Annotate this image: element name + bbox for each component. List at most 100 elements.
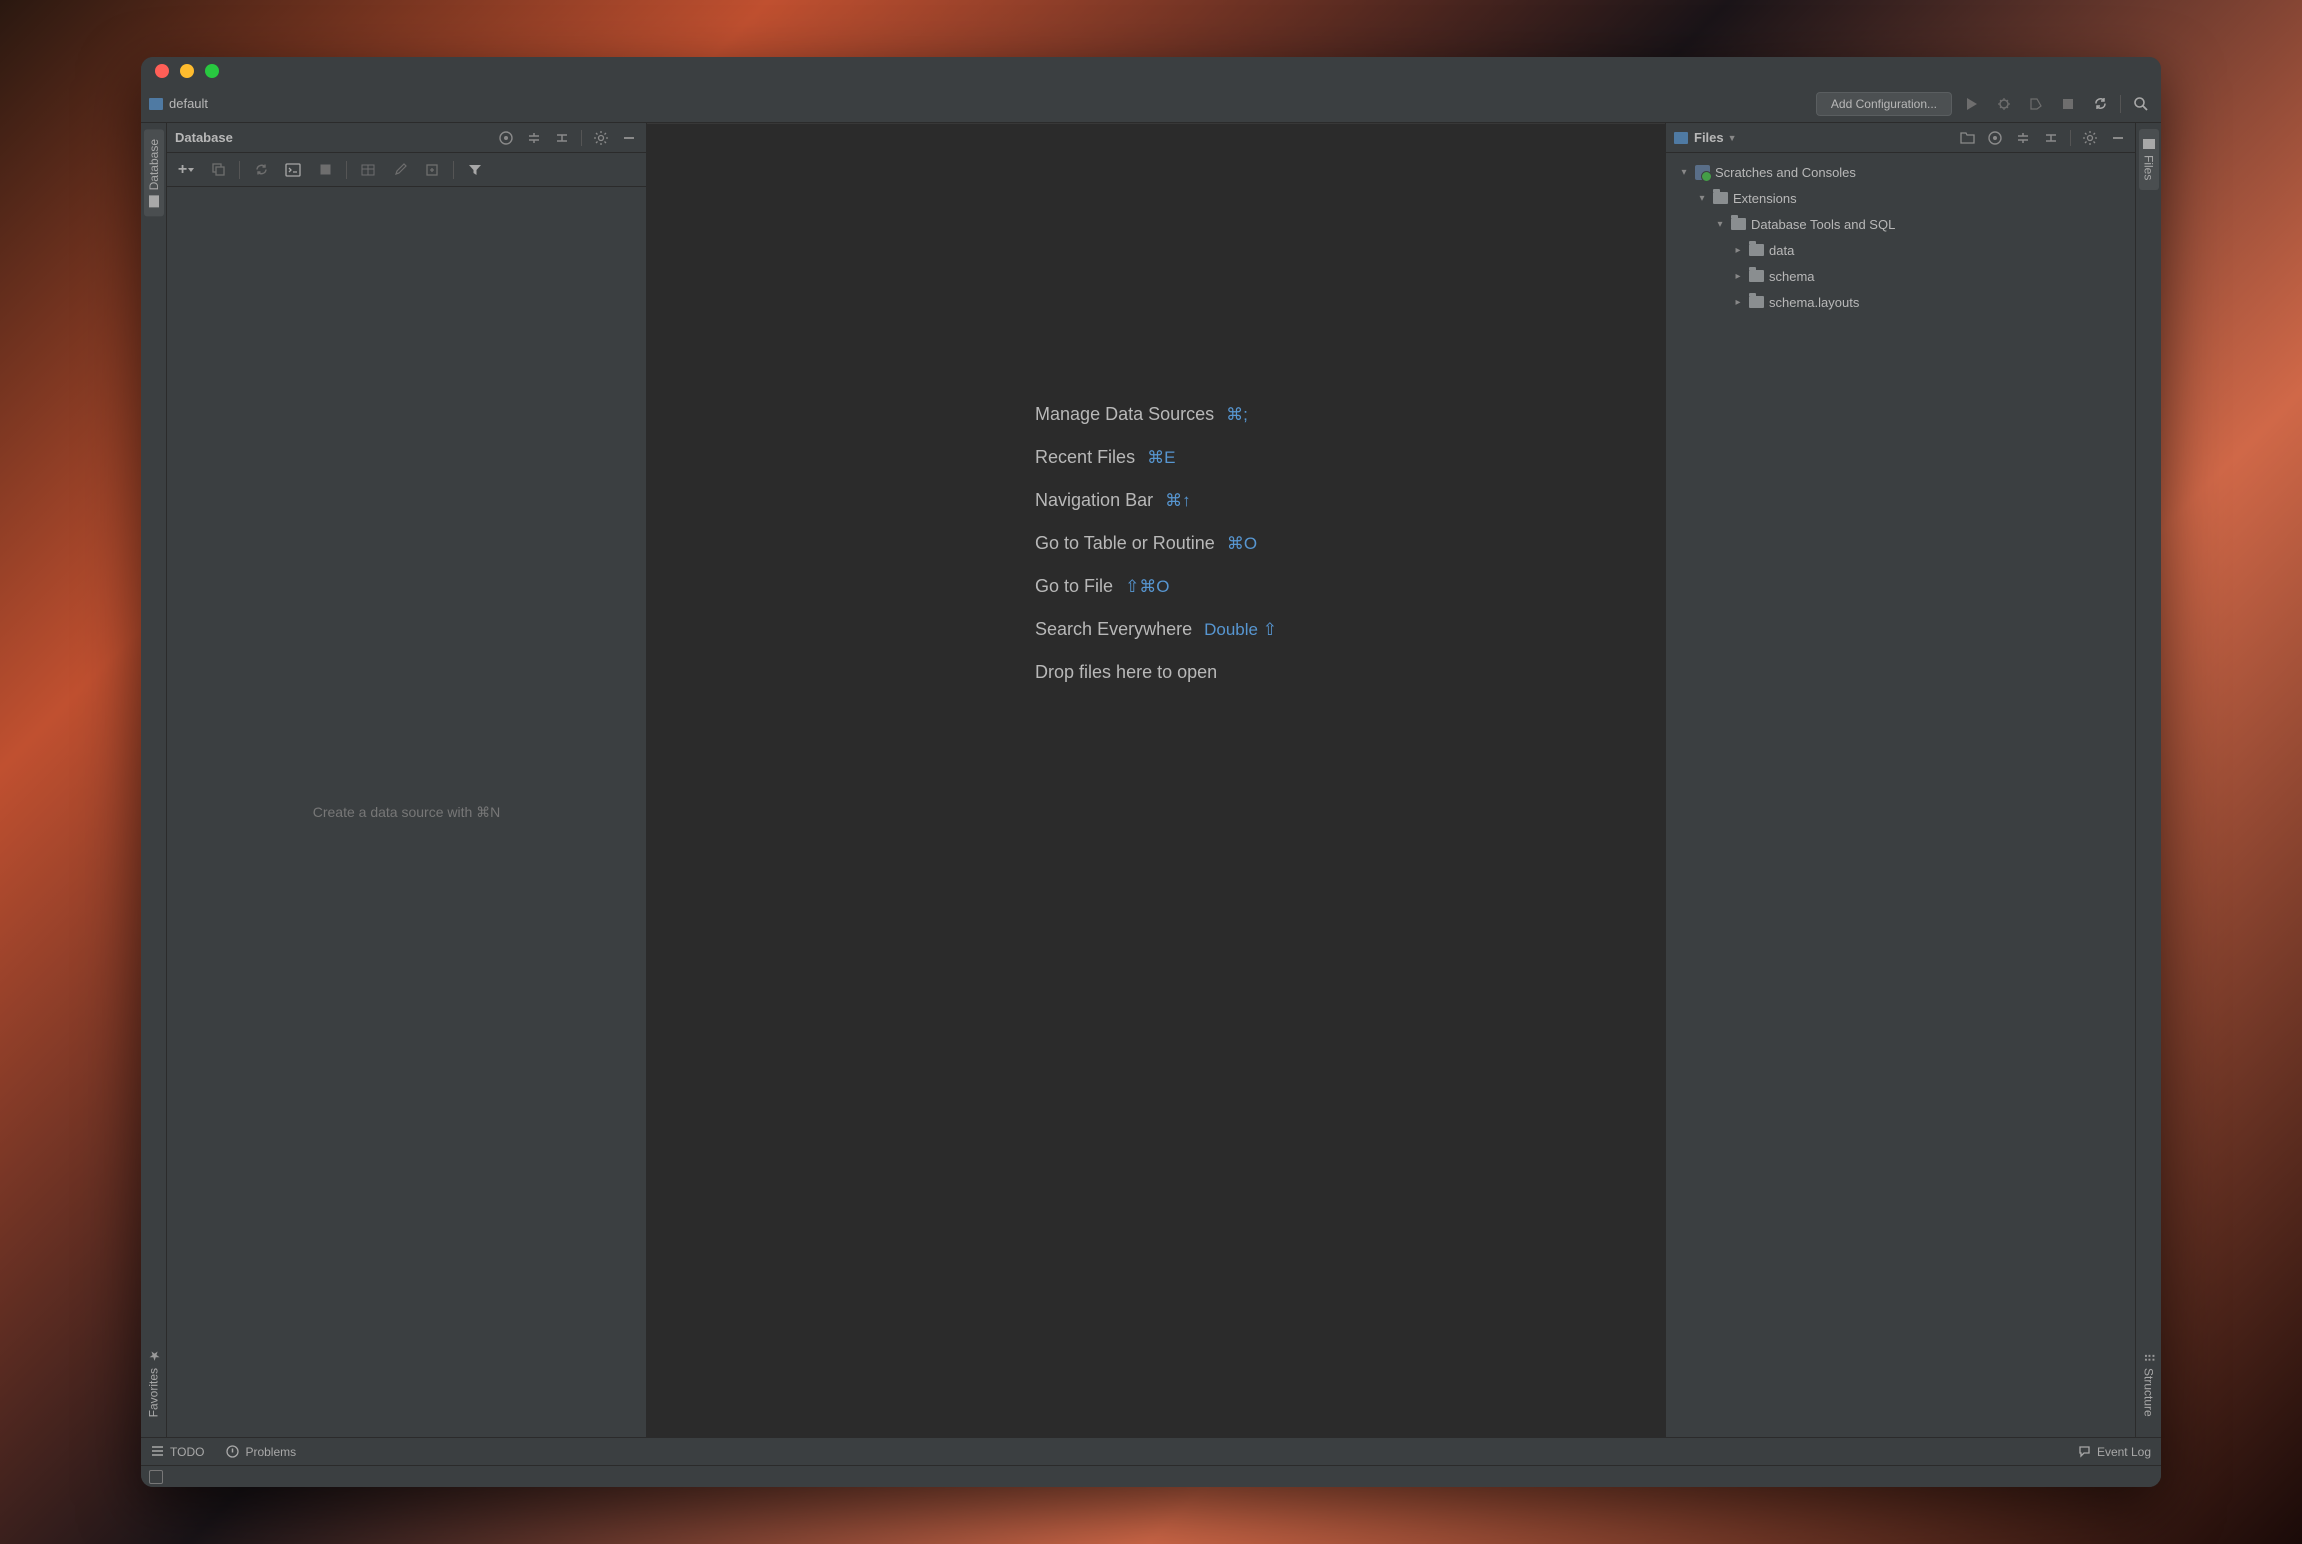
tree-node-data[interactable]: ▸ data [1672,237,2129,263]
todo-button[interactable]: TODO [151,1445,204,1459]
left-rail-bottom: Favorites ★ [143,1337,164,1427]
coverage-run-icon[interactable] [2024,92,2048,116]
stop-icon[interactable] [2056,92,2080,116]
hint-recent-files[interactable]: Recent Files ⌘E [1035,447,1277,468]
hint-go-to-table[interactable]: Go to Table or Routine ⌘O [1035,533,1277,554]
search-icon[interactable] [2129,92,2153,116]
database-rail-tab[interactable]: Database [144,129,164,216]
ide-window: default Add Configuration... [141,57,2161,1487]
chevron-right-icon[interactable]: ▸ [1732,271,1744,282]
expand-all-icon[interactable] [2014,129,2032,147]
jump-to-source-icon[interactable] [421,159,443,181]
query-console-icon[interactable] [282,159,304,181]
chevron-down-icon[interactable]: ▾ [1678,167,1690,178]
chevron-right-icon[interactable]: ▸ [1732,245,1744,256]
gear-icon[interactable] [2081,129,2099,147]
collapse-all-icon[interactable] [553,129,571,147]
editor-area[interactable]: Manage Data Sources ⌘; Recent Files ⌘E N… [647,123,1665,1437]
structure-label: Structure [2142,1368,2156,1417]
chevron-down-icon[interactable]: ▾ [1714,219,1726,230]
window-minimize-button[interactable] [180,64,194,78]
window-titlebar[interactable] [141,57,2161,85]
table-icon[interactable] [357,159,379,181]
tree-node-schema[interactable]: ▸ schema [1672,263,2129,289]
structure-rail-tab[interactable]: ⠿ Structure [2138,1343,2159,1427]
project-icon [149,98,163,110]
warning-icon [226,1445,239,1458]
list-icon [151,1446,164,1457]
files-rail-tab[interactable]: Files [2139,129,2159,190]
project-name-label: default [169,96,208,111]
database-panel-toolbar: + [167,153,646,187]
window-zoom-button[interactable] [205,64,219,78]
breadcrumb[interactable]: default [149,96,208,111]
hint-label: Search Everywhere [1035,619,1192,640]
files-panel-header: Files ▼ [1666,123,2135,153]
tree-label: Database Tools and SQL [1751,217,1895,232]
files-panel: Files ▼ [1665,123,2135,1437]
hint-shortcut: ⌘; [1226,405,1248,425]
window-close-button[interactable] [155,64,169,78]
chevron-down-icon[interactable]: ▼ [1728,133,1737,143]
todo-label: TODO [170,1445,204,1459]
hide-panel-icon[interactable] [2109,129,2127,147]
files-tree[interactable]: ▾ Scratches and Consoles ▾ Extensions ▾ … [1666,153,2135,1437]
folder-icon [1713,192,1728,204]
hide-panel-icon[interactable] [620,129,638,147]
toolbar-separator-3 [453,161,454,179]
toolbar-right-group: Add Configuration... [1816,92,2153,116]
chevron-right-icon[interactable]: ▸ [1732,297,1744,308]
debug-icon[interactable] [1992,92,2016,116]
gear-icon[interactable] [592,129,610,147]
db-header-actions [497,129,638,147]
sync-icon[interactable] [2088,92,2112,116]
target-icon[interactable] [497,129,515,147]
add-data-source-icon[interactable]: + [175,159,197,181]
hint-search-everywhere[interactable]: Search Everywhere Double ⇧ [1035,619,1277,640]
folder-icon [1749,244,1764,256]
add-configuration-button[interactable]: Add Configuration... [1816,92,1952,116]
tree-node-db-tools[interactable]: ▾ Database Tools and SQL [1672,211,2129,237]
hint-label: Go to Table or Routine [1035,533,1215,554]
hint-navigation-bar[interactable]: Navigation Bar ⌘↑ [1035,490,1277,511]
tree-node-extensions[interactable]: ▾ Extensions [1672,185,2129,211]
files-header-actions [1958,129,2127,147]
hint-label: Manage Data Sources [1035,404,1214,425]
hint-shortcut: ⌘O [1227,534,1257,554]
tree-label: Scratches and Consoles [1715,165,1856,180]
expand-all-icon[interactable] [525,129,543,147]
bottom-strip [141,1465,2161,1487]
files-panel-title[interactable]: Files [1694,130,1724,145]
header-separator [581,130,582,146]
header-separator [2070,130,2071,146]
favorites-label: Favorites [147,1368,161,1417]
tree-node-scratches[interactable]: ▾ Scratches and Consoles [1672,159,2129,185]
status-indicator-icon[interactable] [149,1470,163,1484]
folder-icon [1749,296,1764,308]
files-header-icon [1674,132,1688,144]
tree-node-schema-layouts[interactable]: ▸ schema.layouts [1672,289,2129,315]
event-log-button[interactable]: Event Log [2078,1445,2151,1459]
filter-icon[interactable] [464,159,486,181]
target-icon[interactable] [1986,129,2004,147]
hint-go-to-file[interactable]: Go to File ⇧⌘O [1035,576,1277,597]
main-body: Database Favorites ★ Database [141,123,2161,1437]
chevron-down-icon[interactable]: ▾ [1696,193,1708,204]
hint-manage-data-sources[interactable]: Manage Data Sources ⌘; [1035,404,1277,425]
favorites-rail-tab[interactable]: Favorites ★ [143,1337,164,1427]
duplicate-icon[interactable] [207,159,229,181]
problems-button[interactable]: Problems [226,1445,296,1459]
run-icon[interactable] [1960,92,1984,116]
database-panel-header: Database [167,123,646,153]
hint-shortcut: Double ⇧ [1204,620,1277,640]
open-folder-icon[interactable] [1958,129,1976,147]
toolbar-separator-1 [239,161,240,179]
collapse-all-icon[interactable] [2042,129,2060,147]
hint-shortcut: ⌘E [1147,448,1175,468]
status-bar: TODO Problems Event Log [141,1437,2161,1465]
edit-icon[interactable] [389,159,411,181]
hint-drop-files: Drop files here to open [1035,662,1277,683]
empty-state-text: Create a data source with ⌘N [313,804,501,821]
refresh-icon[interactable] [250,159,272,181]
stop-process-icon[interactable] [314,159,336,181]
